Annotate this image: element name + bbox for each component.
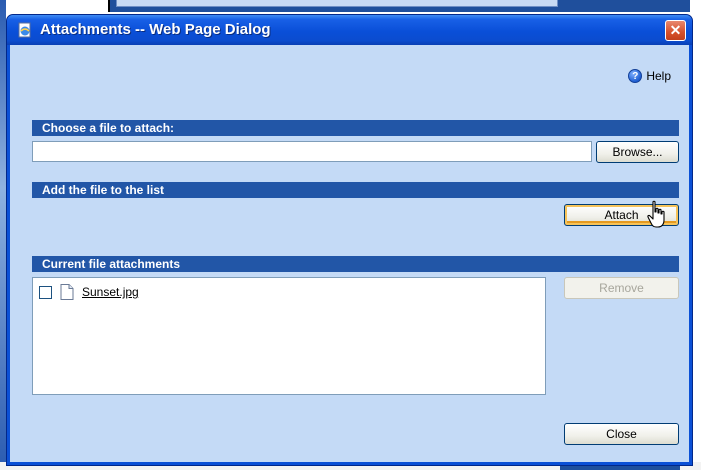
browse-button[interactable]: Browse...	[596, 141, 679, 163]
attachments-list[interactable]: Sunset.jpg	[32, 277, 546, 395]
file-path-input[interactable]	[32, 141, 592, 162]
ie-page-icon	[18, 22, 31, 38]
file-icon	[60, 284, 74, 300]
attachment-filename-link[interactable]: Sunset.jpg	[82, 285, 139, 299]
dialog-title: Attachments -- Web Page Dialog	[40, 21, 271, 38]
close-button[interactable]: Close	[564, 423, 679, 445]
dialog-client-area: ? Help Choose a file to attach: Browse..…	[10, 45, 689, 462]
close-icon: ✕	[669, 22, 682, 38]
list-item[interactable]: Sunset.jpg	[39, 284, 139, 300]
help-icon: ?	[628, 69, 643, 83]
section-header-add-file: Add the file to the list	[32, 182, 679, 198]
section-header-choose-file: Choose a file to attach:	[32, 120, 679, 136]
help-link[interactable]: ? Help	[628, 69, 671, 83]
attach-button[interactable]: Attach	[564, 204, 679, 226]
background-panel	[116, 0, 558, 7]
window-close-button[interactable]: ✕	[665, 20, 686, 41]
attachment-checkbox[interactable]	[39, 285, 52, 299]
attachments-dialog: Attachments -- Web Page Dialog ✕ ? Help …	[6, 14, 693, 466]
remove-button[interactable]: Remove	[564, 277, 679, 299]
background-window-strip	[108, 0, 690, 12]
section-header-current-attachments: Current file attachments	[32, 256, 679, 272]
dialog-title-bar[interactable]: Attachments -- Web Page Dialog ✕	[7, 15, 692, 45]
help-label: Help	[646, 69, 671, 83]
